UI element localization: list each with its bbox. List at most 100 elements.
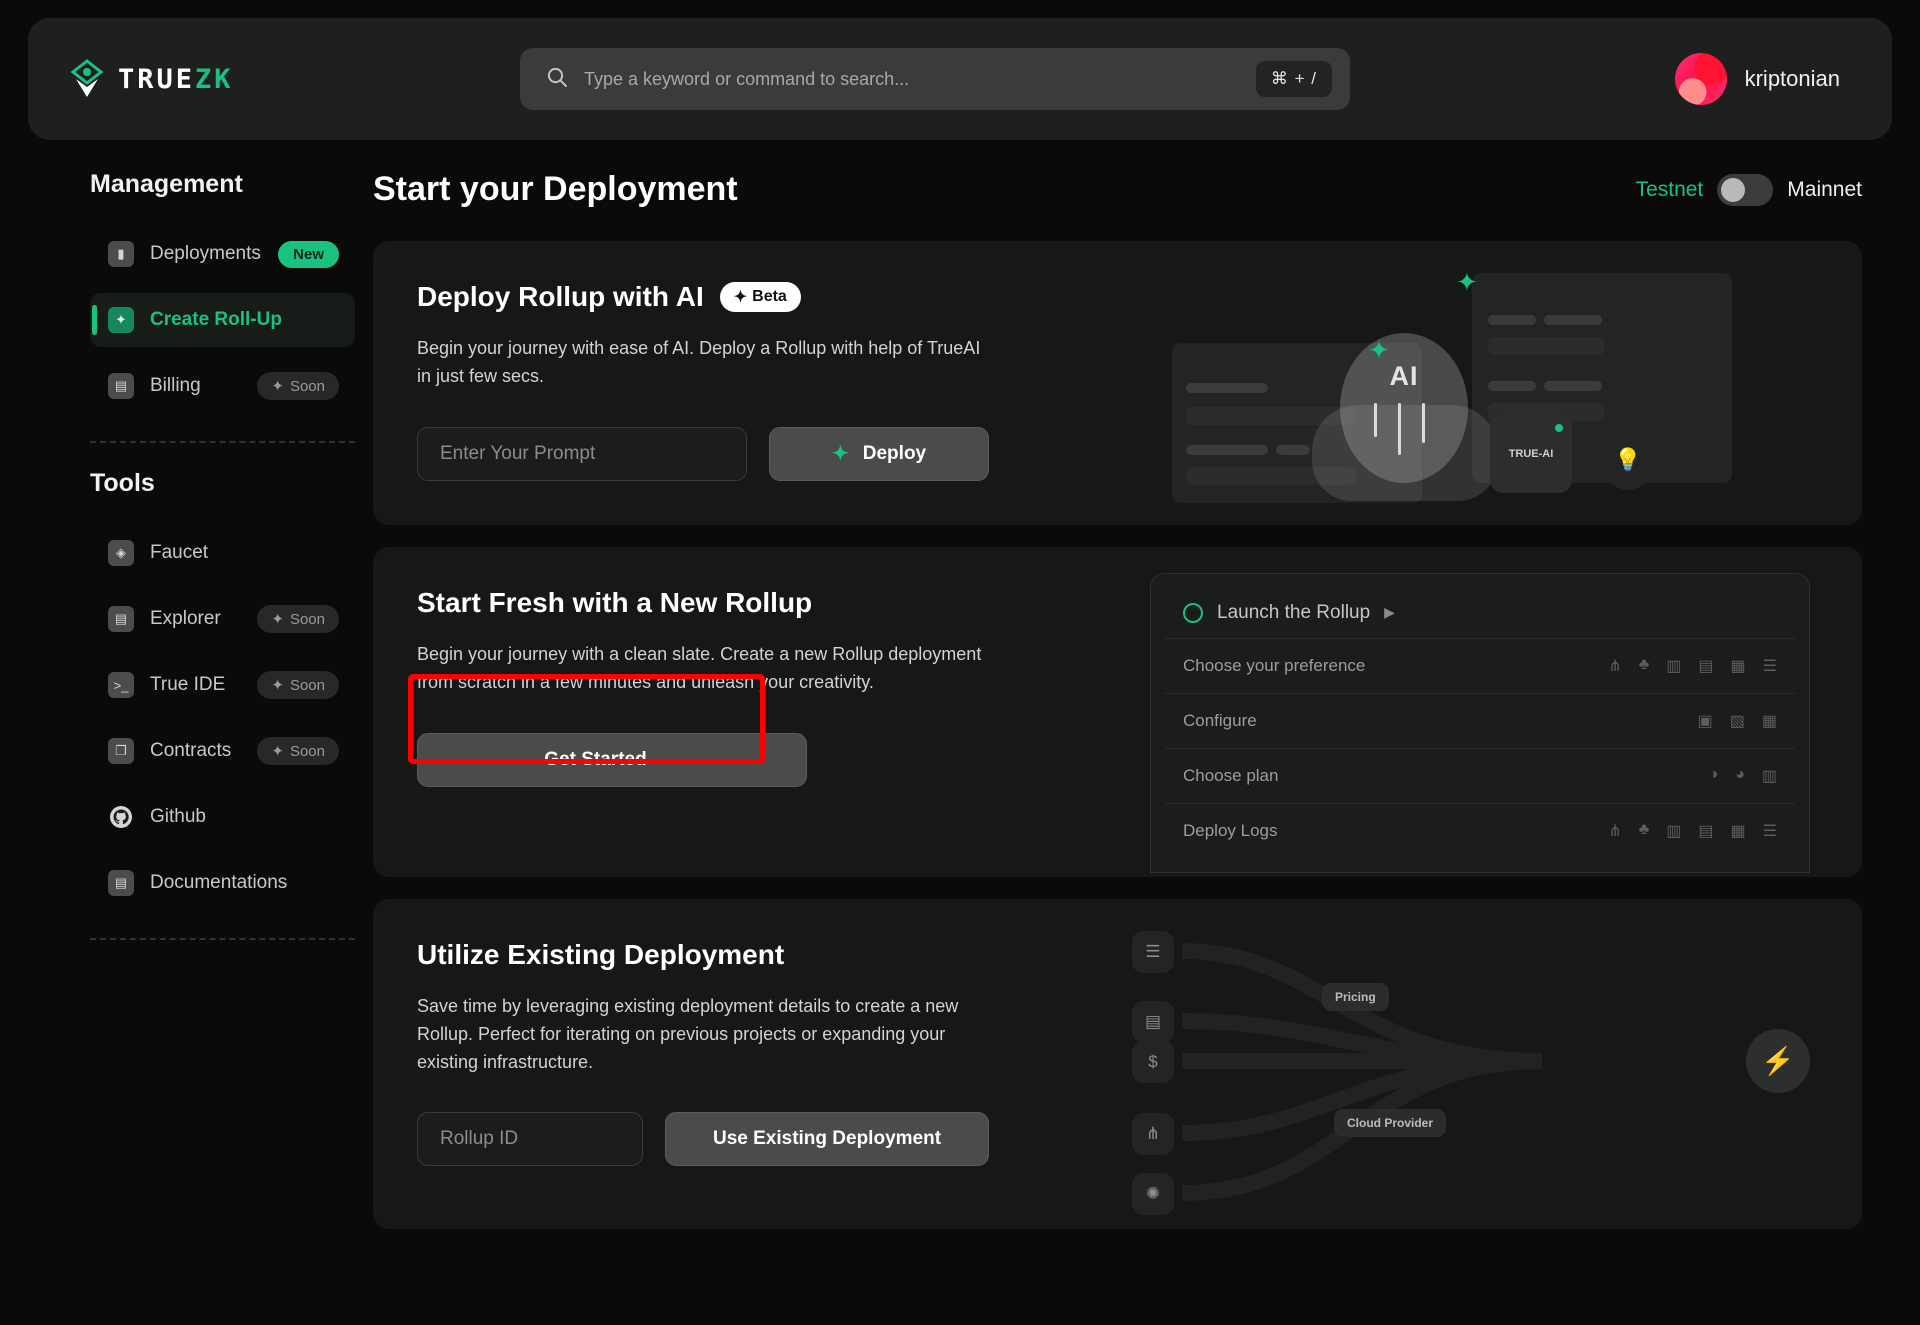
wizard-row: Configure ▣ ▧ ▦ xyxy=(1165,692,1795,748)
sidebar-item-github[interactable]: Github xyxy=(90,790,355,844)
ai-badge-label: AI xyxy=(1389,361,1419,391)
sidebar-item-create-rollup[interactable]: ✦ Create Roll-Up xyxy=(90,293,355,347)
status-dot xyxy=(1555,424,1563,432)
layers-icon: ☰ xyxy=(1762,657,1777,675)
status-badge-label: Soon xyxy=(289,742,325,760)
card-actions: ✦ Deploy xyxy=(417,426,989,481)
sidebar: Management ▮ Deployments New ✦ Create Ro… xyxy=(28,170,373,1251)
bulb-icon: 💡 xyxy=(1602,430,1654,490)
skeleton-line xyxy=(1488,337,1604,355)
brand-logo[interactable]: TRUEZK xyxy=(70,59,520,99)
card-actions: Get Started → xyxy=(417,732,989,787)
skeleton-line xyxy=(1544,381,1602,391)
network-toggle-testnet-label: Testnet xyxy=(1635,177,1704,201)
search-bar[interactable]: ⌘ + / xyxy=(520,48,1350,110)
avatar xyxy=(1674,53,1727,105)
sidebar-item-contracts[interactable]: ❐ Contracts ✦ Soon xyxy=(90,724,355,778)
flow-illustration: ☰ ▤ $ ⋔ ✺ Pricing Cloud Provider ⚡ xyxy=(1122,921,1822,1221)
prompt-input[interactable] xyxy=(417,426,748,481)
sidebar-item-billing[interactable]: ▤ Billing ✦ Soon xyxy=(90,359,355,413)
toggle-knob xyxy=(1721,177,1746,202)
ai-bar xyxy=(1422,403,1425,443)
card-title: Utilize Existing Deployment xyxy=(417,939,989,971)
main-content: Start your Deployment Testnet Mainnet De… xyxy=(373,170,1892,1251)
grid-icon: ▦ xyxy=(1761,712,1777,730)
image-icon: ▧ xyxy=(1729,712,1745,730)
rollup-id-input[interactable] xyxy=(417,1112,643,1167)
status-badge-label: Soon xyxy=(289,610,325,628)
nodes-icon: ⋔ xyxy=(1608,822,1622,840)
deploy-button[interactable]: ✦ Deploy xyxy=(769,426,989,481)
deployments-icon: ▮ xyxy=(108,241,134,267)
page-title: Start your Deployment xyxy=(373,170,738,208)
page-body: Management ▮ Deployments New ✦ Create Ro… xyxy=(28,170,1892,1251)
network-toggle-mainnet-label: Mainnet xyxy=(1787,177,1862,201)
skeleton-line xyxy=(1488,315,1536,325)
nodes-icon: ⋔ xyxy=(1132,1112,1174,1155)
network-toggle-switch[interactable] xyxy=(1717,173,1774,206)
sidebar-item-label: Explorer xyxy=(150,608,221,629)
skeleton-line xyxy=(1186,445,1268,455)
brand-accent: ZK xyxy=(195,63,234,95)
terminal-icon: >_ xyxy=(108,672,134,698)
sidebar-item-true-ide[interactable]: >_ True IDE ✦ Soon xyxy=(90,658,355,712)
clock-icon: ◕ xyxy=(1735,765,1745,783)
get-started-button[interactable]: Get Started → xyxy=(417,732,807,787)
wizard-row-icons: ▣ ▧ ▦ xyxy=(1698,711,1777,731)
database-icon: ▤ xyxy=(1132,1000,1174,1043)
calendar-icon: ▥ xyxy=(1666,822,1682,840)
sidebar-item-deployments[interactable]: ▮ Deployments New xyxy=(90,227,355,281)
true-ai-chip: TRUE-AI xyxy=(1490,415,1572,493)
wizard-row-label: Choose your preference xyxy=(1183,655,1366,675)
status-badge-label: Soon xyxy=(289,676,325,694)
sidebar-item-explorer[interactable]: ▤ Explorer ✦ Soon xyxy=(90,592,355,646)
sidebar-item-label: Create Roll-Up xyxy=(150,309,282,330)
sparkle-icon: ✦ xyxy=(1368,335,1390,365)
network-toggle[interactable]: Testnet Mainnet xyxy=(1635,173,1862,206)
wizard-header: Launch the Rollup ▶ xyxy=(1165,588,1795,638)
user-menu[interactable]: kriptonian xyxy=(1674,53,1850,105)
sidebar-item-documentations[interactable]: ▤ Documentations xyxy=(90,856,355,910)
flow-pill-cloud-provider: Cloud Provider xyxy=(1334,1108,1447,1137)
wizard-row-icons: ⋔ ♣ ▥ ▤ ▦ ☰ xyxy=(1608,821,1777,841)
dollar-icon: $ xyxy=(1132,1040,1174,1083)
ai-badge: AI xyxy=(1340,333,1468,483)
wizard-header-label: Launch the Rollup xyxy=(1217,601,1371,623)
wizard-row-icons: ◑ ◕ ▥ xyxy=(1709,766,1777,786)
layers-icon: ☰ xyxy=(1762,822,1777,840)
create-rollup-icon: ✦ xyxy=(108,307,134,333)
wizard-row-label: Deploy Logs xyxy=(1183,820,1278,840)
tree-icon: ♣ xyxy=(1638,820,1650,838)
card-body: Utilize Existing Deployment Save time by… xyxy=(373,899,1033,1211)
sidebar-item-faucet[interactable]: ◈ Faucet xyxy=(90,526,355,580)
dollar-icon: ▤ xyxy=(1698,822,1714,840)
skeleton-line xyxy=(1276,445,1310,455)
card-title-text: Deploy Rollup with AI xyxy=(417,281,704,312)
sidebar-item-label: Github xyxy=(150,806,206,827)
search-input[interactable] xyxy=(584,68,1240,90)
sidebar-section-title-tools: Tools xyxy=(90,469,155,497)
layers-icon: ☰ xyxy=(1132,930,1174,973)
sidebar-item-label: True IDE xyxy=(150,674,226,695)
card-body: Start Fresh with a New Rollup Begin your… xyxy=(373,547,1033,831)
card-description: Begin your journey with a clean slate. C… xyxy=(417,643,982,692)
skeleton-line xyxy=(1186,383,1268,393)
card-description: Save time by leveraging existing deploym… xyxy=(417,995,959,1072)
billing-icon: ▤ xyxy=(108,373,134,399)
card-start-fresh: Start Fresh with a New Rollup Begin your… xyxy=(373,546,1862,877)
ai-bar xyxy=(1374,403,1377,437)
circle-icon xyxy=(1183,602,1203,623)
brand-primary: TRUE xyxy=(118,63,196,95)
nodes-icon: ⋔ xyxy=(1608,657,1622,675)
sidebar-item-label: Billing xyxy=(150,375,201,396)
sidebar-item-label: Faucet xyxy=(150,542,209,563)
sidebar-divider-bottom xyxy=(90,938,355,940)
contracts-icon: ❐ xyxy=(108,738,134,764)
wizard-row: Choose your preference ⋔ ♣ ▥ ▤ ▦ ☰ xyxy=(1165,637,1795,693)
card-utilize-existing: Utilize Existing Deployment Save time by… xyxy=(373,898,1862,1229)
wizard-row-icons: ⋔ ♣ ▥ ▤ ▦ ☰ xyxy=(1608,656,1777,676)
sidebar-item-label: Contracts xyxy=(150,740,232,761)
sparkle-icon: ✦ xyxy=(271,378,284,395)
use-existing-deployment-button[interactable]: Use Existing Deployment xyxy=(665,1112,989,1167)
card-deploy-with-ai: Deploy Rollup with AI ✦ Beta Begin your j… xyxy=(373,241,1862,525)
